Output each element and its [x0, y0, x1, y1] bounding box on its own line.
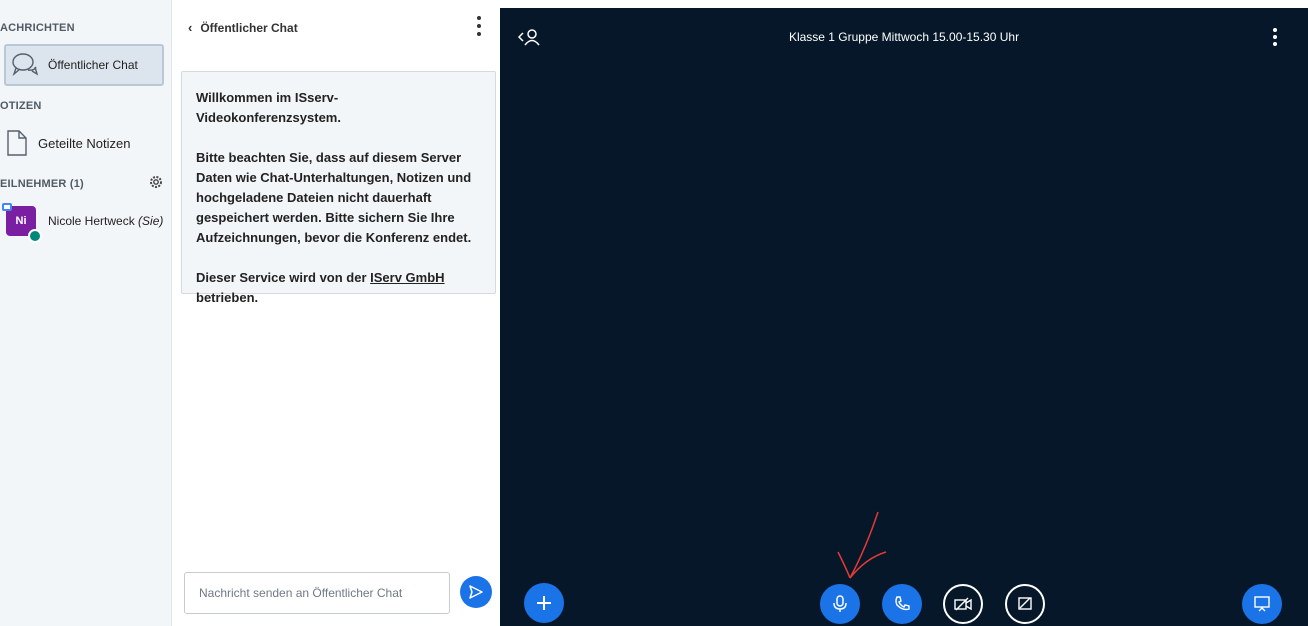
sidebar-item-label: Öffentlicher Chat [48, 58, 138, 72]
red-arrow-annotation [837, 511, 887, 579]
phone-icon [895, 596, 910, 611]
welcome-line-2: Bitte beachten Sie, dass auf diesem Serv… [196, 150, 472, 245]
plus-icon [537, 596, 551, 610]
chat-bubbles-icon [12, 53, 39, 77]
chat-header-back[interactable]: ‹ Öffentlicher Chat [188, 20, 298, 35]
participants-section-title: EILNEHMER (1) [0, 178, 84, 190]
notes-document-icon [7, 130, 27, 156]
screenshare-off-icon [1018, 597, 1032, 610]
welcome-line-1: Willkommen im ISserv-Videokonferenzsyste… [196, 90, 341, 125]
phone-button[interactable] [882, 584, 922, 624]
messages-section-title: ACHRICHTEN [0, 22, 75, 34]
presentation-button[interactable] [1242, 584, 1282, 624]
meeting-title: Klasse 1 Gruppe Mittwoch 15.00-15.30 Uhr [788, 30, 1020, 44]
kebab-menu-icon[interactable] [1272, 28, 1278, 46]
presenter-badge-icon [2, 203, 12, 211]
participant-name: Nicole Hertweck (Sie) [48, 214, 164, 228]
notes-section-title: OTIZEN [0, 100, 42, 112]
send-button[interactable] [460, 576, 492, 608]
screenshare-button[interactable] [1005, 584, 1045, 624]
sidebar-item-shared-notes[interactable]: Geteilte Notizen [6, 128, 131, 158]
presentation-icon [1254, 596, 1270, 612]
iserv-link[interactable]: IServ GmbH [370, 270, 444, 285]
message-input[interactable] [184, 572, 450, 614]
sidebar-item-label: Geteilte Notizen [38, 135, 131, 151]
avatar: Ni [2, 203, 42, 243]
welcome-line-3: Dieser Service wird von der IServ GmbH b… [196, 270, 445, 305]
gear-icon[interactable] [148, 174, 164, 190]
chat-title: Öffentlicher Chat [200, 20, 298, 35]
chat-panel: ‹ Öffentlicher Chat Willkommen im ISserv… [172, 0, 500, 626]
participant-item[interactable]: Ni Nicole Hertweck (Sie) [2, 203, 164, 243]
avatar-initials: Ni [15, 215, 27, 227]
kebab-menu-icon[interactable] [476, 16, 482, 36]
actions-plus-button[interactable] [524, 583, 564, 623]
back-chevron-icon: ‹ [188, 20, 193, 35]
sidebar-item-public-chat[interactable]: Öffentlicher Chat [4, 44, 164, 86]
microphone-icon [833, 595, 847, 612]
microphone-button[interactable] [820, 584, 860, 624]
camera-button[interactable] [943, 584, 983, 624]
send-icon [469, 585, 483, 599]
camera-off-icon [954, 597, 972, 611]
microphone-status-icon [28, 229, 42, 243]
sidebar: ACHRICHTEN Öffentlicher Chat OTIZEN Gete… [0, 0, 172, 626]
welcome-message: Willkommen im ISserv-Videokonferenzsyste… [181, 71, 496, 305]
presentation-area: Klasse 1 Gruppe Mittwoch 15.00-15.30 Uhr [500, 8, 1308, 626]
